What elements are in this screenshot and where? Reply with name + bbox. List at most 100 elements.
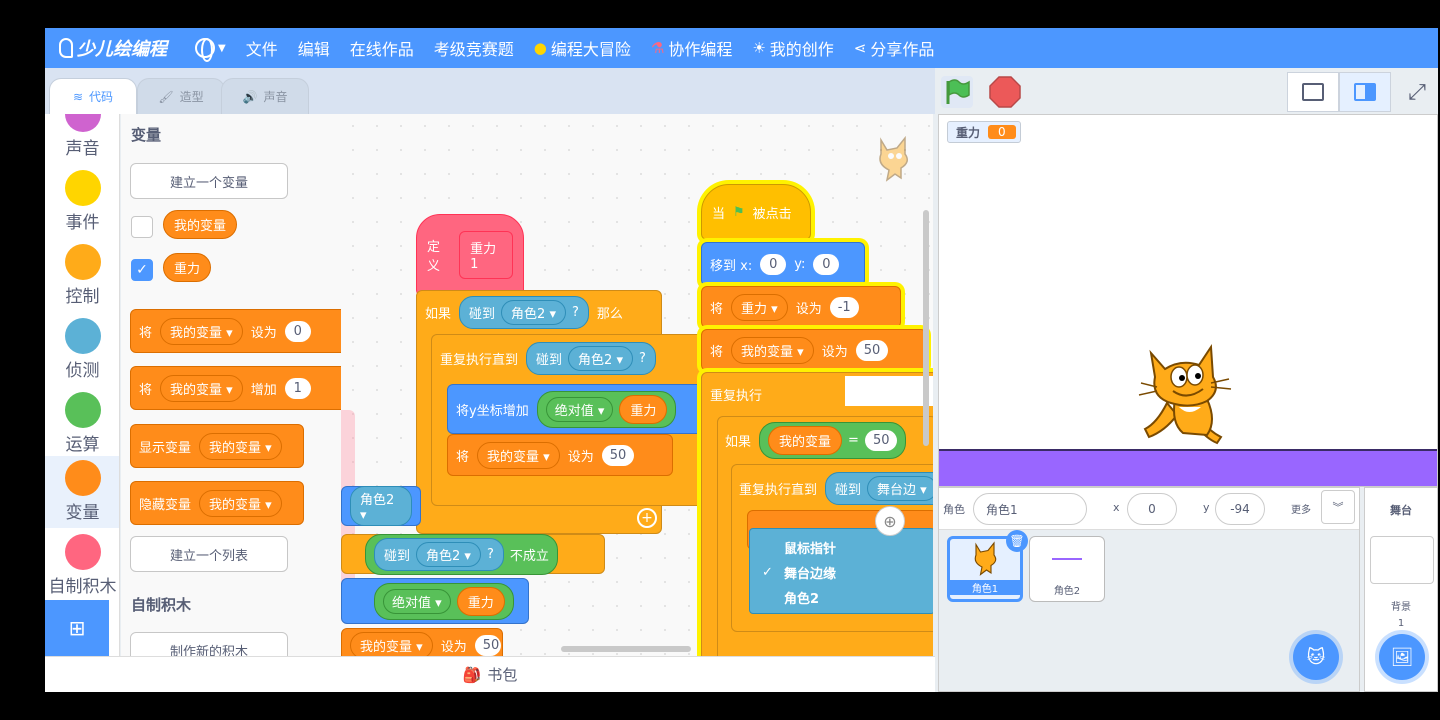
goto-x-input[interactable]: 0 bbox=[760, 253, 787, 275]
touching-sensor[interactable]: 碰到角色2? bbox=[459, 295, 589, 329]
make-list-button[interactable]: 建立一个列表 bbox=[130, 536, 288, 572]
equals-value[interactable]: 50 bbox=[864, 429, 898, 451]
menu-my-creations[interactable]: ☀ 我的创作 bbox=[742, 28, 843, 68]
category-events[interactable]: 事件 bbox=[45, 170, 119, 242]
tab-code[interactable]: ≋ 代码 bbox=[49, 78, 137, 114]
set-variable-block[interactable]: 将 我的变量 设为 0 bbox=[130, 309, 341, 353]
add-else-icon[interactable]: + bbox=[637, 508, 657, 528]
not-operator[interactable]: 碰到角色2? 不成立 bbox=[365, 533, 558, 575]
category-control[interactable]: 控制 bbox=[45, 244, 119, 316]
delete-sprite-button[interactable]: 🗑 bbox=[1006, 530, 1028, 552]
y-input[interactable]: -94 bbox=[1215, 493, 1265, 525]
var1-reporter[interactable]: 我的变量 bbox=[163, 210, 238, 239]
add-backdrop-button[interactable]: 🖼 bbox=[1379, 634, 1425, 680]
sprite-tile-1[interactable]: 角色1 🗑 bbox=[947, 530, 1028, 602]
sprite-name-input[interactable]: 角色1 bbox=[973, 493, 1087, 525]
set-var-block[interactable]: 将 我的变量 设为 50 bbox=[447, 434, 673, 476]
set-myvar-block[interactable]: 将 我的变量 设为 50 bbox=[701, 329, 927, 371]
inner-touching-dropdown[interactable]: 舞台边 bbox=[867, 475, 933, 501]
menu-adventure[interactable]: ● 编程大冒险 bbox=[524, 28, 641, 68]
goto-y-input[interactable]: 0 bbox=[813, 253, 840, 275]
menu-exam-questions[interactable]: 考级竞赛题 bbox=[424, 28, 524, 68]
vertical-scrollbar[interactable] bbox=[923, 210, 929, 446]
fullscreen-button[interactable]: ⤢ bbox=[1391, 72, 1438, 112]
logo[interactable]: 少儿绘编程 bbox=[45, 35, 185, 61]
abs-operator[interactable]: 绝对值重力 bbox=[536, 390, 677, 428]
set-var-value[interactable]: 50 bbox=[601, 444, 635, 466]
partial-abs-op[interactable]: 绝对值重力 bbox=[374, 582, 514, 620]
backpack-bar[interactable]: 🎒 书包 bbox=[45, 656, 935, 692]
category-my-blocks[interactable]: 自制积木 bbox=[45, 534, 119, 606]
not-touching-sensor[interactable]: 碰到角色2? bbox=[374, 537, 504, 571]
set-myvar-dd[interactable]: 我的变量 bbox=[731, 336, 814, 364]
show-variable-block[interactable]: 显示变量 我的变量 bbox=[130, 424, 304, 468]
cat-sprite[interactable] bbox=[1137, 343, 1241, 455]
more-button[interactable]: ︾ bbox=[1321, 490, 1355, 524]
menu-edit[interactable]: 编辑 bbox=[288, 28, 340, 68]
repeat-touching-dropdown[interactable]: 角色2 bbox=[568, 345, 633, 371]
set-value-input[interactable]: 0 bbox=[284, 320, 311, 342]
partial-blue-block[interactable]: 角色2 bbox=[341, 486, 421, 526]
language-menu[interactable]: ▼ bbox=[185, 28, 236, 68]
small-stage-button[interactable] bbox=[1287, 72, 1339, 112]
partial-abs-dd[interactable]: 绝对值 bbox=[383, 588, 451, 614]
abs-gravity-reporter[interactable]: 重力 bbox=[619, 394, 668, 424]
script-area[interactable]: 定义 重力1 如果 碰到角色2? 那么 重复执行直到 碰到角色2? 将y坐标增加… bbox=[341, 114, 933, 656]
set-var-dd[interactable]: 我的变量 bbox=[477, 441, 560, 469]
change-value-input[interactable]: 1 bbox=[284, 377, 311, 399]
stage-selector[interactable]: 舞台 背景 1 🖼 bbox=[1364, 487, 1438, 692]
var2-reporter[interactable]: 重力 bbox=[163, 253, 212, 282]
category-operators[interactable]: 运算 bbox=[45, 392, 119, 464]
partial-change-y[interactable]: 绝对值重力 bbox=[341, 578, 529, 624]
when-flag-clicked-block[interactable]: 当 ⚑ 被点击 bbox=[701, 184, 811, 240]
hide-variable-block[interactable]: 隐藏变量 我的变量 bbox=[130, 481, 304, 525]
add-sprite-button[interactable]: 🐱 bbox=[1293, 634, 1339, 680]
partial-set-dd[interactable]: 我的变量 bbox=[350, 631, 433, 656]
partial-abs-gravity[interactable]: 重力 bbox=[456, 586, 505, 616]
equals-operator[interactable]: 我的变量 = 50 bbox=[759, 421, 907, 459]
menu-online-works[interactable]: 在线作品 bbox=[340, 28, 424, 68]
define-block[interactable]: 定义 重力1 bbox=[416, 214, 524, 296]
tab-sounds[interactable]: 🔊 声音 bbox=[221, 78, 309, 114]
var2-checkbox[interactable]: ✓ bbox=[131, 259, 153, 281]
set-gravity-dd[interactable]: 重力 bbox=[731, 293, 788, 321]
option-mouse-pointer[interactable]: 鼠标指针 bbox=[750, 535, 933, 560]
partial-set-block[interactable]: 我的变量 设为 50 bbox=[341, 628, 503, 656]
sprite-tile-2[interactable]: 角色2 bbox=[1029, 536, 1105, 602]
stage-thumbnail[interactable] bbox=[1370, 536, 1434, 584]
stage-canvas[interactable]: 重力 0 bbox=[938, 114, 1438, 487]
partial-sprite-dropdown[interactable]: 角色2 bbox=[350, 486, 412, 526]
variable-monitor[interactable]: 重力 0 bbox=[947, 121, 1021, 143]
inner-touching-sensor[interactable]: 碰到 舞台边 bbox=[825, 471, 933, 505]
zoom-in-button[interactable]: ⊕ bbox=[875, 506, 905, 536]
change-var-dropdown[interactable]: 我的变量 bbox=[160, 374, 243, 402]
add-extension-button[interactable]: ⊞ bbox=[45, 600, 109, 656]
category-sound[interactable]: 声音 bbox=[45, 114, 119, 168]
horizontal-scrollbar[interactable] bbox=[561, 646, 691, 652]
var1-checkbox[interactable] bbox=[131, 216, 153, 238]
make-variable-button[interactable]: 建立一个变量 bbox=[130, 163, 288, 199]
green-flag-button[interactable] bbox=[941, 76, 973, 108]
hide-var-dropdown[interactable]: 我的变量 bbox=[199, 489, 282, 517]
change-variable-block[interactable]: 将 我的变量 增加 1 bbox=[130, 366, 341, 410]
equals-myvar[interactable]: 我的变量 bbox=[768, 425, 843, 455]
goto-xy-block[interactable]: 移到 x: 0 y: 0 bbox=[701, 242, 865, 286]
set-gravity-value[interactable]: -1 bbox=[829, 296, 859, 318]
change-y-block[interactable]: 将y坐标增加 绝对值重力 bbox=[447, 384, 707, 434]
not-touching-dropdown[interactable]: 角色2 bbox=[416, 541, 481, 567]
menu-collab[interactable]: ⚗ 协作编程 bbox=[641, 28, 742, 68]
partial-set-value[interactable]: 50 bbox=[474, 634, 501, 656]
stop-button[interactable] bbox=[989, 76, 1021, 108]
menu-file[interactable]: 文件 bbox=[236, 28, 288, 68]
category-variables[interactable]: 变量 bbox=[45, 456, 119, 528]
tab-costumes[interactable]: 🖌 造型 bbox=[137, 78, 225, 114]
set-gravity-block[interactable]: 将 重力 设为 -1 bbox=[701, 286, 901, 328]
set-var-dropdown[interactable]: 我的变量 bbox=[160, 317, 243, 345]
x-input[interactable]: 0 bbox=[1127, 493, 1177, 525]
repeat-touching-sensor[interactable]: 碰到角色2? bbox=[526, 341, 656, 375]
normal-stage-button[interactable] bbox=[1339, 72, 1391, 112]
category-sensing[interactable]: 侦测 bbox=[45, 318, 119, 390]
touching-dropdown[interactable]: 角色2 bbox=[501, 299, 566, 325]
menu-share[interactable]: ⋖ 分享作品 bbox=[844, 28, 945, 68]
show-var-dropdown[interactable]: 我的变量 bbox=[199, 432, 282, 460]
